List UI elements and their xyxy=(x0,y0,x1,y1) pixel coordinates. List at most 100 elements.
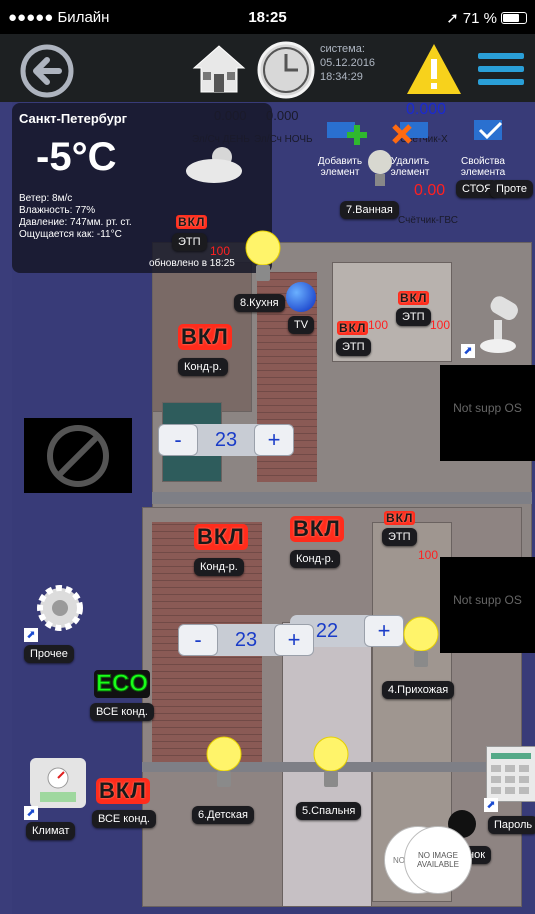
stepper-2-value: 23 xyxy=(234,628,258,651)
weather-feels: Ощущается как: -11°C xyxy=(19,229,122,240)
stepper-3-plus[interactable]: + xyxy=(364,615,404,647)
keypad-icon[interactable] xyxy=(486,746,535,802)
app-root: { "status": {"carrier":"●●●●● Билайн","t… xyxy=(0,0,535,914)
back-arrow-icon[interactable] xyxy=(18,42,76,100)
add-element-label[interactable]: Добавить элемент xyxy=(312,156,368,178)
cond-button-2[interactable]: Конд-р. xyxy=(194,558,244,576)
warning-icon[interactable] xyxy=(404,40,464,98)
etp-value: 100 xyxy=(210,244,231,258)
room-kitchen[interactable]: 8.Кухня xyxy=(234,294,285,312)
blocked-icon xyxy=(47,424,109,487)
room-hall[interactable]: 4.Прихожая xyxy=(382,681,455,699)
weather-city: Санкт-Петербург xyxy=(19,111,128,126)
kitchen-bulb-icon[interactable] xyxy=(243,228,283,288)
clock-icon[interactable] xyxy=(256,40,316,100)
protect-label[interactable]: Проте xyxy=(490,180,533,198)
stepper-1-value: 23 xyxy=(214,428,238,451)
meter-day-value: 0.000 xyxy=(214,108,247,123)
not-supported-panel-2: Not supp OS xyxy=(440,557,535,653)
etp-button-4[interactable]: ЭТП xyxy=(382,528,417,546)
hall-bulb-icon[interactable] xyxy=(401,614,441,674)
no-image-placeholder-2[interactable]: NO IMAGE AVAILABLE xyxy=(404,826,472,894)
bath-lamp-icon[interactable] xyxy=(366,146,394,199)
room-bedroom[interactable]: 5.Спальня xyxy=(296,802,362,820)
etp-status-badge-2: ВКЛ xyxy=(337,321,369,335)
room-kids[interactable]: 6.Детская xyxy=(192,806,254,824)
cond-status-badge-2: ВКЛ xyxy=(194,524,248,550)
climate-button[interactable]: Климат xyxy=(26,822,76,840)
cond-button-1[interactable]: Конд-р. xyxy=(178,358,228,376)
etp-button[interactable]: ЭТП xyxy=(172,233,207,251)
battery-group: ➚ 71 % xyxy=(446,9,527,27)
add-element-icon[interactable] xyxy=(325,116,369,157)
etp-button-2[interactable]: ЭТП xyxy=(336,338,371,356)
etp-value-2: 100 xyxy=(368,318,389,332)
not-supported-panel-1: Not supp OS xyxy=(440,365,535,461)
tv-button[interactable]: TV xyxy=(288,316,315,334)
weather-temp: -5°C xyxy=(36,135,117,179)
etp-status-badge: ВКЛ xyxy=(176,215,208,229)
menu-icon[interactable] xyxy=(476,44,526,94)
properties-label[interactable]: Свойства элемента xyxy=(458,156,508,178)
temp-stepper-2[interactable]: - 23 + xyxy=(178,624,314,656)
system-label: система: xyxy=(320,43,365,55)
camera-icon[interactable] xyxy=(472,290,522,365)
weather-pressure: Давление: 747мм. рт. ст. xyxy=(19,217,132,228)
updated-label: обновлено в 18:25 xyxy=(149,258,235,269)
etp-button-3[interactable]: ЭТП xyxy=(396,308,431,326)
stepper-2-minus[interactable]: - xyxy=(178,624,218,656)
status-bar: ●●●●● Билайн 18:25 ➚ 71 % xyxy=(0,0,535,34)
system-date: 05.12.2016 xyxy=(320,57,376,69)
thermostat-icon[interactable] xyxy=(30,758,86,808)
temp-stepper-1[interactable]: - 23 + xyxy=(158,424,294,456)
battery-fill xyxy=(503,14,519,22)
meter-gvs-label: Счётчик-ГВС xyxy=(398,215,458,226)
etp-value-3: 100 xyxy=(430,318,451,332)
meter-top-value: 0.000 xyxy=(406,101,447,118)
shortcut-arrow-icon-3: ⬈ xyxy=(24,806,38,820)
gear-icon[interactable] xyxy=(30,578,90,643)
location-icon: ➚ xyxy=(446,10,459,27)
password-button[interactable]: Пароль xyxy=(488,816,535,834)
cloud-sun-icon xyxy=(182,141,252,191)
all-cond-eco-button[interactable]: ВСЕ конд. xyxy=(90,703,154,721)
weather-humidity: Влажность: 77% xyxy=(19,205,96,216)
meter-night-value: 0.000 xyxy=(266,108,299,123)
kids-bulb-icon[interactable] xyxy=(204,734,244,794)
delete-element-label[interactable]: Удалить элемент xyxy=(388,156,432,178)
system-clock: система: 05.12.2016 18:34:29 xyxy=(320,42,375,84)
system-time: 18:34:29 xyxy=(320,71,363,83)
meter-day-label: Эл/Сч ДЕНЬ xyxy=(192,134,250,145)
weather-widget[interactable]: Санкт-Петербург -5°C Ветер: 8м/с Влажнос… xyxy=(12,103,272,273)
cond-button-3[interactable]: Конд-р. xyxy=(290,550,340,568)
tv-indicator-icon[interactable] xyxy=(286,282,316,312)
all-cond-button[interactable]: ВСЕ конд. xyxy=(92,810,156,828)
all-cond-status-badge: ВКЛ xyxy=(96,778,150,804)
battery-label: 71 % xyxy=(462,9,497,27)
meter-night-label: Эл/Сч НОЧЬ xyxy=(254,134,313,145)
weather-wind: Ветер: 8м/с xyxy=(19,193,73,204)
room-bath[interactable]: 7.Ванная xyxy=(340,201,399,219)
stepper-2-plus[interactable]: + xyxy=(274,624,314,656)
weather-details: Ветер: 8м/с Влажность: 77% Давление: 747… xyxy=(19,193,132,241)
blocked-panel xyxy=(24,418,132,493)
stepper-1-plus[interactable]: + xyxy=(254,424,294,456)
shortcut-arrow-icon-2: ⬈ xyxy=(24,628,38,642)
etp-status-badge-4: ВКЛ xyxy=(384,511,416,525)
floor-divider xyxy=(152,492,532,504)
eco-badge: ECO xyxy=(94,670,151,698)
etp-status-badge-3: ВКЛ xyxy=(398,291,430,305)
cond-status-badge-1: ВКЛ xyxy=(178,324,232,350)
bedroom-bulb-icon[interactable] xyxy=(311,734,351,794)
cond-status-badge-3: ВКЛ xyxy=(290,516,344,542)
stepper-1-minus[interactable]: - xyxy=(158,424,198,456)
shortcut-arrow-icon-4: ⬈ xyxy=(484,798,498,812)
shortcut-arrow-icon: ⬈ xyxy=(461,344,475,358)
home-icon[interactable] xyxy=(190,40,248,98)
delete-element-icon[interactable] xyxy=(390,116,434,157)
battery-icon xyxy=(501,12,527,24)
meter-gvs-value: 0.00 xyxy=(414,182,446,199)
other-button[interactable]: Прочее xyxy=(24,645,74,663)
etp-value-4: 100 xyxy=(418,548,439,562)
properties-icon[interactable] xyxy=(470,112,510,157)
